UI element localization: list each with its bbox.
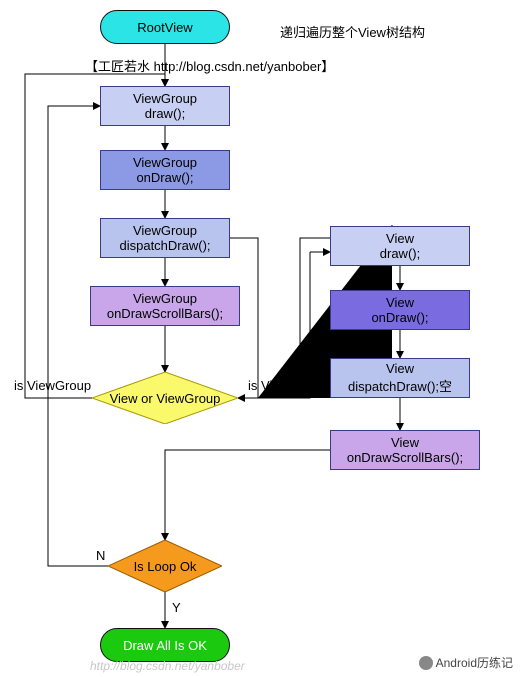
root-label: RootView [137,20,192,35]
signature-text: Android历练记 [419,654,513,671]
decision-view-label: View or ViewGroup [110,391,221,406]
v-draw-l2: draw(); [380,246,420,261]
vg-draw-l1: ViewGroup [133,91,197,106]
v-ondraw-node: View onDraw(); [330,290,470,330]
v-draw-node: View draw(); [330,226,470,266]
vg-ondraw-l1: ViewGroup [133,155,197,170]
vg-scroll-l1: ViewGroup [133,291,197,306]
root-node: RootView [100,10,230,44]
signature-label: Android历练记 [436,654,513,671]
v-draw-l1: View [386,231,414,246]
v-scroll-l1: View [391,435,419,450]
edge-loop-n: N [96,548,105,563]
decision-loop-label: Is Loop Ok [134,559,197,574]
decision-loop-diamond: Is Loop Ok [108,540,222,592]
v-dispatch-l2: dispatchDraw();空 [348,376,452,395]
v-dispatch-l1: View [386,361,414,376]
flow-arrows [0,0,521,677]
vg-ondraw-node: ViewGroup onDraw(); [100,150,230,190]
edge-is-view: is View [248,378,289,393]
end-node: Draw All Is OK [100,628,230,662]
v-scroll-node: View onDrawScrollBars(); [330,430,480,470]
vg-dispatch-l2: dispatchDraw(); [119,238,210,253]
v-dispatch-node: View dispatchDraw();空 [330,358,470,398]
v-ondraw-l2: onDraw(); [371,310,428,325]
end-label: Draw All Is OK [123,638,207,653]
wechat-icon [419,656,433,670]
edge-is-viewgroup: is ViewGroup [14,378,91,393]
vg-dispatch-l1: ViewGroup [133,223,197,238]
vg-draw-node: ViewGroup draw(); [100,86,230,126]
vg-ondraw-l2: onDraw(); [136,170,193,185]
vg-scroll-l2: onDrawScrollBars(); [107,306,223,321]
credit-line: 【工匠若水 http://blog.csdn.net/yanbober】 [85,56,334,75]
diagram-caption: 递归遍历整个View树结构 [280,22,425,41]
decision-view-diamond: View or ViewGroup [92,372,238,424]
edge-loop-y: Y [172,600,181,615]
v-ondraw-l1: View [386,295,414,310]
watermark-text: http://blog.csdn.net/yanbober [90,659,245,673]
vg-scroll-node: ViewGroup onDrawScrollBars(); [90,286,240,326]
vg-dispatch-node: ViewGroup dispatchDraw(); [100,218,230,258]
vg-draw-l2: draw(); [145,106,185,121]
v-scroll-l2: onDrawScrollBars(); [347,450,463,465]
